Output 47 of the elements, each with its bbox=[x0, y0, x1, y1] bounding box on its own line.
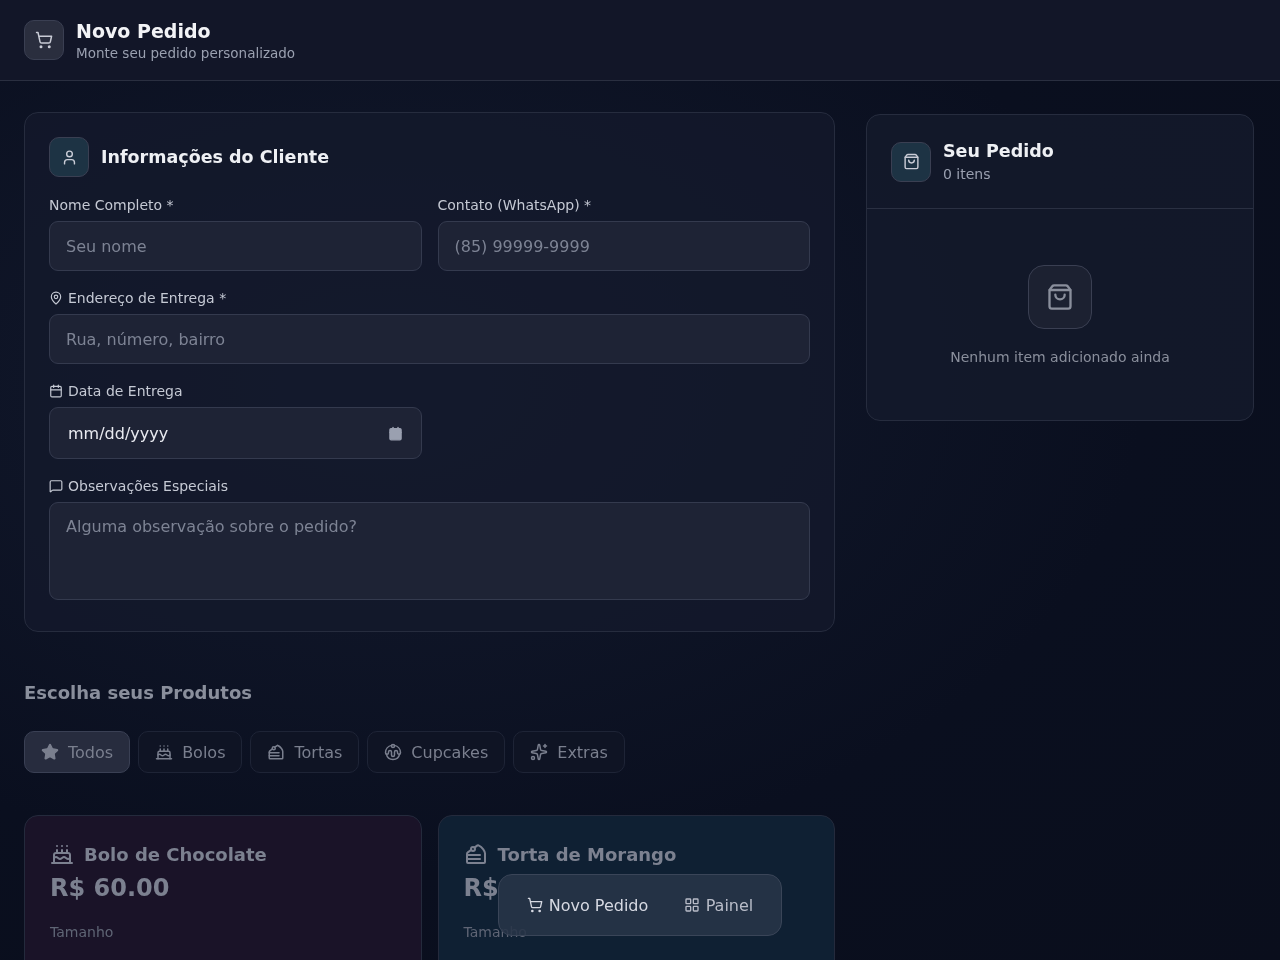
input-field[interactable]: (85) 99999-9999 bbox=[437, 221, 810, 271]
section-title: Escolha seus Produtos bbox=[24, 682, 253, 703]
field-label: Contato (WhatsApp) * bbox=[437, 197, 592, 213]
nav-button[interactable]: Novo Pedido bbox=[518, 889, 657, 921]
category-tab[interactable]: Cupcakes bbox=[367, 731, 506, 773]
pie-icon bbox=[463, 842, 488, 866]
category-tab[interactable]: Extras bbox=[513, 731, 625, 773]
cart-icon bbox=[526, 897, 543, 913]
product-price: R$ bbox=[463, 874, 500, 902]
size-label: Tamanho bbox=[50, 924, 115, 940]
field-label: Nome Completo * bbox=[49, 197, 174, 213]
calendar-icon bbox=[387, 425, 403, 441]
page-title: Novo Pedido bbox=[76, 19, 212, 42]
card-title: Informações do Cliente bbox=[101, 147, 330, 167]
input-field[interactable]: Rua, número, bairro bbox=[49, 314, 810, 364]
cart-icon bbox=[24, 20, 64, 60]
product-name: Torta de Morango bbox=[497, 843, 677, 865]
grid-icon bbox=[683, 897, 700, 913]
product-name: Bolo de Chocolate bbox=[84, 843, 267, 865]
empty-message: Nenhum item adicionado ainda bbox=[950, 349, 1170, 365]
message-icon bbox=[49, 479, 63, 493]
cupcake-icon bbox=[384, 743, 403, 761]
field-label: Observações Especiais bbox=[68, 478, 229, 494]
field-label: Endereço de Entrega * bbox=[68, 290, 227, 306]
product-price: R$ 60.00 bbox=[50, 874, 171, 902]
date-field[interactable]: mm/dd/yyyy bbox=[49, 407, 422, 459]
calendar-icon bbox=[49, 384, 63, 398]
category-tab[interactable]: Bolos bbox=[138, 731, 243, 773]
sparkles-icon bbox=[530, 743, 549, 761]
pie-icon bbox=[267, 743, 286, 761]
category-tab[interactable]: Tortas bbox=[250, 731, 360, 773]
user-icon bbox=[49, 137, 89, 177]
item-count: 0 itens bbox=[943, 166, 992, 182]
location-pin-icon bbox=[49, 291, 63, 305]
card-title: Seu Pedido bbox=[943, 141, 1054, 161]
star-icon bbox=[41, 743, 59, 761]
category-tab[interactable]: Todos bbox=[24, 731, 131, 773]
notes-field[interactable]: Alguma observação sobre o pedido? bbox=[49, 502, 810, 600]
nav-button[interactable]: Painel bbox=[675, 889, 762, 921]
page-subtitle: Monte seu pedido personalizado bbox=[76, 44, 296, 61]
bag-icon bbox=[891, 141, 931, 182]
cake-icon bbox=[155, 743, 174, 761]
field-label: Data de Entrega bbox=[68, 383, 183, 399]
size-label: Tamanho bbox=[463, 924, 528, 940]
cake-icon bbox=[50, 842, 74, 866]
input-field[interactable]: Seu nome bbox=[49, 221, 422, 271]
bag-icon bbox=[1028, 265, 1092, 329]
